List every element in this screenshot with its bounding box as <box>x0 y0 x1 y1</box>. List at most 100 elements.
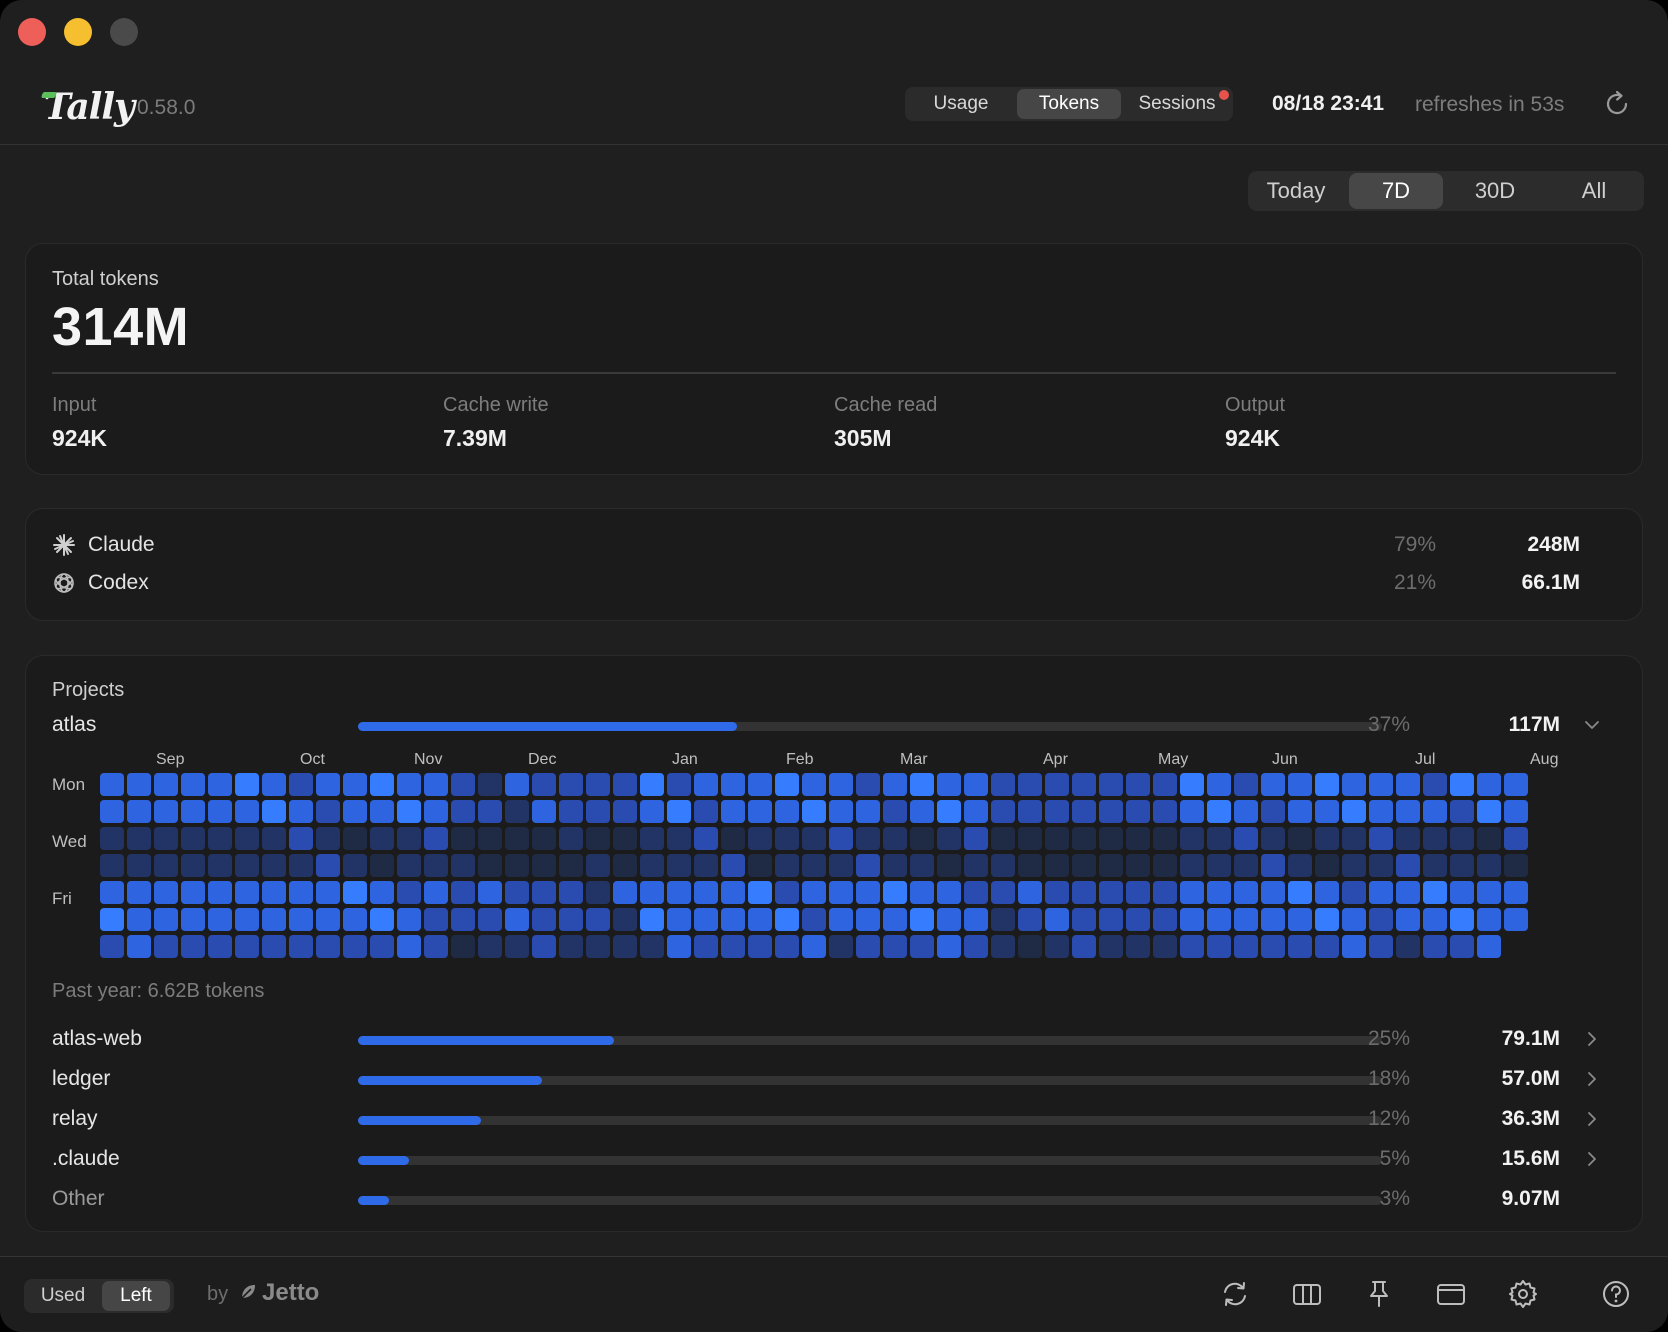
heatmap-cell <box>748 773 772 796</box>
chevron-right-icon[interactable] <box>1584 1111 1600 1127</box>
heatmap-cell <box>532 800 556 823</box>
heatmap-cell <box>802 800 826 823</box>
month-label: Apr <box>1043 751 1068 768</box>
project-row[interactable]: atlas-web 25% 79.1M <box>52 1025 1622 1055</box>
project-row[interactable]: ledger 18% 57.0M <box>52 1065 1622 1095</box>
heatmap-cell <box>613 935 637 958</box>
heatmap-cell <box>1423 935 1447 958</box>
heatmap-cell <box>640 854 664 877</box>
heatmap-cell <box>1504 800 1528 823</box>
project-row[interactable]: .claude 5% 15.6M <box>52 1145 1622 1175</box>
heatmap-cell <box>1180 800 1204 823</box>
columns-icon[interactable] <box>1290 1277 1324 1311</box>
stat-value: 7.39M <box>443 425 507 451</box>
heatmap-cell <box>127 908 151 931</box>
gear-icon[interactable] <box>1506 1277 1540 1311</box>
chevron-right-icon[interactable] <box>1584 1151 1600 1167</box>
provider-row-codex[interactable]: Codex 21% 66.1M <box>52 567 1616 599</box>
heatmap-cell <box>208 881 232 904</box>
project-row-expanded[interactable]: atlas 37% 117M <box>52 711 1622 741</box>
heatmap-cell <box>802 935 826 958</box>
totals-card: Total tokens 314M Input 924K Cache write… <box>25 243 1643 475</box>
window-close-button[interactable] <box>18 18 46 46</box>
project-value: 36.3M <box>1501 1107 1560 1130</box>
window-icon[interactable] <box>1434 1277 1468 1311</box>
chevron-down-icon[interactable] <box>1584 717 1600 733</box>
heatmap-cell <box>316 935 340 958</box>
heatmap-cell <box>1180 773 1204 796</box>
heatmap-cell <box>883 800 907 823</box>
project-row[interactable]: relay 12% 36.3M <box>52 1105 1622 1135</box>
heatmap-cell <box>1045 800 1069 823</box>
heatmap-cell <box>559 881 583 904</box>
heatmap-cell <box>1126 854 1150 877</box>
app-logo: Tally <box>44 86 135 128</box>
heatmap-cell <box>154 773 178 796</box>
project-bar-fill <box>358 1116 481 1125</box>
chevron-right-icon[interactable] <box>1584 1071 1600 1087</box>
help-icon[interactable] <box>1599 1277 1633 1311</box>
heatmap-cell <box>667 881 691 904</box>
tab-usage[interactable]: Usage <box>913 89 1009 119</box>
heatmap-cell <box>991 881 1015 904</box>
tab-tokens[interactable]: Tokens <box>1017 89 1121 119</box>
heatmap-cell <box>154 881 178 904</box>
heatmap-cell <box>370 827 394 850</box>
project-bar-fill <box>358 722 737 731</box>
heatmap-cell <box>667 800 691 823</box>
toggle-left[interactable]: Left <box>102 1281 170 1311</box>
heatmap-cell <box>802 854 826 877</box>
heatmap-cell <box>1045 854 1069 877</box>
heatmap-cell <box>559 854 583 877</box>
heatmap-cell <box>1450 881 1474 904</box>
heatmap-cell <box>100 935 124 958</box>
heatmap-cell <box>289 800 313 823</box>
sync-icon[interactable] <box>1218 1277 1252 1311</box>
month-label: Jun <box>1272 751 1298 768</box>
jetto-brand[interactable]: Jetto <box>262 1279 319 1307</box>
heatmap-cell <box>181 881 205 904</box>
heatmap-cell <box>1342 908 1366 931</box>
project-row[interactable]: Other 3% 9.07M <box>52 1185 1622 1215</box>
heatmap-cell <box>856 935 880 958</box>
heatmap-cell <box>370 854 394 877</box>
toggle-used[interactable]: Used <box>28 1281 98 1311</box>
heatmap-cell <box>667 827 691 850</box>
heatmap-cell <box>1099 908 1123 931</box>
range-all[interactable]: All <box>1548 173 1640 209</box>
window-zoom-button[interactable] <box>110 18 138 46</box>
pin-icon[interactable] <box>1362 1277 1396 1311</box>
heatmap-cell <box>1234 908 1258 931</box>
heatmap-cell <box>1342 800 1366 823</box>
range-7d[interactable]: 7D <box>1349 173 1443 209</box>
heatmap-cell <box>451 908 475 931</box>
heatmap-cell <box>640 773 664 796</box>
window-minimize-button[interactable] <box>64 18 92 46</box>
tab-sessions[interactable]: Sessions <box>1127 89 1227 119</box>
range-today[interactable]: Today <box>1252 173 1340 209</box>
heatmap-cell <box>181 800 205 823</box>
heatmap-cell <box>748 881 772 904</box>
provider-row-claude[interactable]: Claude 79% 248M <box>52 529 1616 561</box>
heatmap-cell <box>1369 854 1393 877</box>
chevron-right-icon[interactable] <box>1584 1031 1600 1047</box>
heatmap-cell <box>127 881 151 904</box>
provider-name: Codex <box>88 571 149 594</box>
heatmap-cell <box>1153 800 1177 823</box>
heatmap-cell <box>424 827 448 850</box>
refresh-icon[interactable] <box>1601 88 1633 120</box>
heatmap-cell <box>181 908 205 931</box>
heatmap-cell <box>1018 881 1042 904</box>
project-percent: 18% <box>1367 1067 1410 1090</box>
range-30d[interactable]: 30D <box>1448 173 1542 209</box>
heatmap-cell <box>1504 881 1528 904</box>
app-version: 0.58.0 <box>137 96 196 119</box>
heatmap-cell <box>910 773 934 796</box>
heatmap-cell <box>1207 800 1231 823</box>
heatmap-cell <box>1369 827 1393 850</box>
heatmap-cell <box>1180 854 1204 877</box>
heatmap-cell <box>694 935 718 958</box>
heatmap-cell <box>937 935 961 958</box>
heatmap-cell <box>1126 935 1150 958</box>
heatmap-cell <box>154 935 178 958</box>
